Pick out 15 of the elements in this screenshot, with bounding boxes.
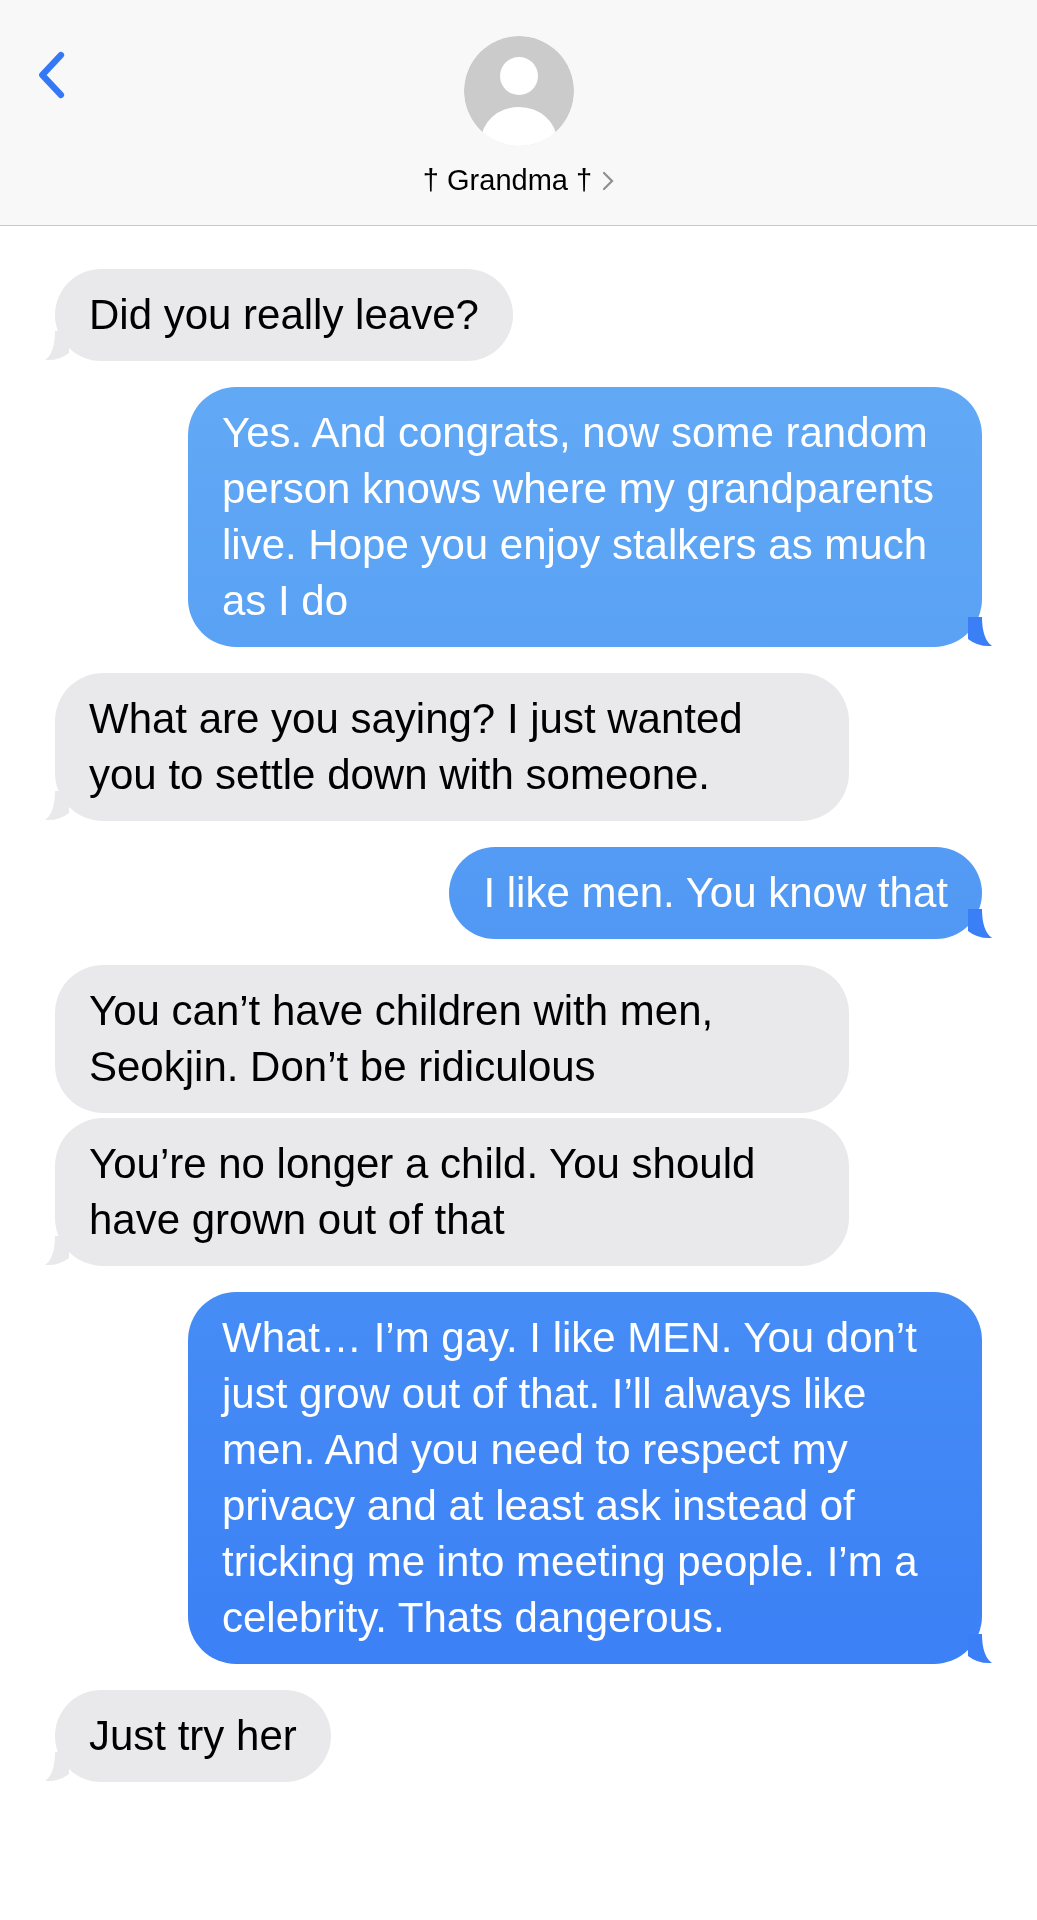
bubble-tail	[968, 617, 992, 647]
avatar-icon[interactable]	[463, 36, 574, 146]
contact-name[interactable]: † Grandma †	[422, 164, 593, 197]
message-bubble: Yes. And congrats, now some random person knows where my grandparents live. Hope you enjoy stalkers as much as I do	[188, 387, 982, 647]
bubble-tail	[968, 1634, 992, 1664]
chevron-icon[interactable]	[602, 170, 615, 191]
message-bubble: I like men. You know that	[449, 847, 982, 939]
message-bubble: You can’t have children with men, Seokjin. Don’t be ridiculous	[55, 965, 849, 1113]
message-bubble: Just try her	[55, 1690, 331, 1782]
message-bubble: You’re no longer a child. You should have grown out of that	[55, 1118, 849, 1266]
message-bubble: What are you saying? I just wanted you to settle down with someone.	[55, 673, 849, 821]
message-bubble: Did you really leave?	[55, 269, 513, 361]
bubble-tail	[968, 909, 992, 939]
back-icon[interactable]	[36, 50, 66, 100]
message-bubble: What… I’m gay. I like MEN. You don’t just grow out of that. I’ll always like men. And you need to respect my privacy and at least ask instead of tricking me into meeting people. I’m a celebrity. Thats dangerous.	[188, 1292, 982, 1664]
